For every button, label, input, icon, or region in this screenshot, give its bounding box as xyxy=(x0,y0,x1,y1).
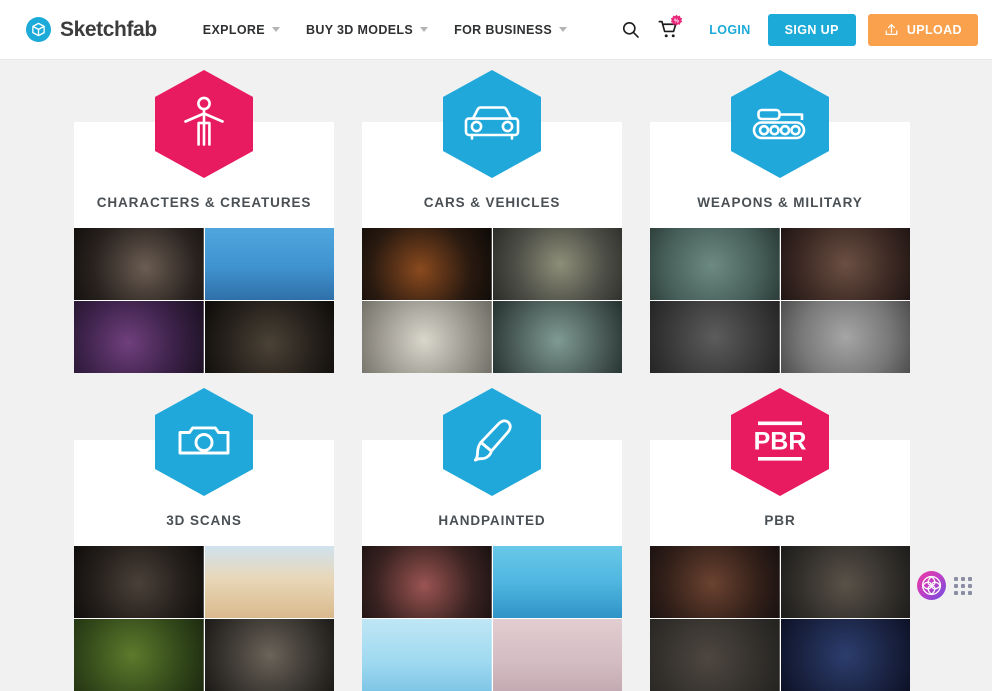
chevron-down-icon xyxy=(271,27,280,32)
category-card-3d-scans[interactable]: 3D SCANS xyxy=(74,388,334,691)
sketchfab-cube-logo-icon xyxy=(26,17,51,42)
thumbnail-spiked-war-axe[interactable] xyxy=(780,228,910,300)
category-thumbnail-grid xyxy=(362,546,622,691)
nav-item-explore[interactable]: EXPLORE xyxy=(190,23,293,37)
cart-discount-badge: % xyxy=(669,14,684,29)
upload-button[interactable]: UPLOAD xyxy=(867,13,978,46)
category-grid: CHARACTERS & CREATURES CARS & VEHICLES W… xyxy=(74,60,918,691)
nav-item-label: EXPLORE xyxy=(202,22,265,37)
header-actions: % LOGIN SIGN UP UPLOAD xyxy=(611,10,978,50)
thumbnail-retro-arcade-cabinets[interactable] xyxy=(650,619,780,691)
thumbnail-stylized-lighthouse-hut[interactable] xyxy=(362,619,492,691)
thumbnail-ornate-longsword[interactable] xyxy=(650,301,780,373)
category-thumbnail-grid xyxy=(74,546,334,691)
chevron-down-icon xyxy=(559,27,568,32)
grid-dot xyxy=(968,590,972,595)
grid-dot xyxy=(954,576,958,581)
category-thumbnail-grid xyxy=(362,228,622,373)
grid-dot xyxy=(954,583,958,588)
category-card-cars-vehicles[interactable]: CARS & VEHICLES xyxy=(362,70,622,373)
mandala-orb-button[interactable] xyxy=(917,571,946,600)
main-navigation: EXPLORE BUY 3D MODELS FOR BUSINESS xyxy=(190,23,580,37)
category-card-header[interactable]: 3D SCANS xyxy=(74,440,334,546)
category-card-header[interactable]: CARS & VEHICLES xyxy=(362,122,622,228)
category-thumbnail-grid xyxy=(650,228,910,373)
nav-item-buy-3d-models[interactable]: BUY 3D MODELS xyxy=(293,23,441,37)
nav-item-label: FOR BUSINESS xyxy=(454,22,553,37)
thumbnail-pirate-ship-island[interactable] xyxy=(492,546,622,618)
signup-button[interactable]: SIGN UP xyxy=(767,13,856,46)
category-card-weapons-military[interactable]: WEAPONS & MILITARY xyxy=(650,70,910,373)
grid-dot xyxy=(961,576,965,581)
category-title: CHARACTERS & CREATURES xyxy=(96,195,312,210)
chevron-down-icon xyxy=(420,27,429,32)
thumbnail-rusty-vintage-sedan[interactable] xyxy=(492,301,622,373)
grid-dot xyxy=(961,583,965,588)
category-thumbnail-grid xyxy=(650,546,910,691)
thumbnail-red-assault-rifle[interactable] xyxy=(780,301,910,373)
thumbnail-yellow-bulldozer[interactable] xyxy=(780,546,910,618)
site-header: Sketchfab EXPLORE BUY 3D MODELS FOR BUSI… xyxy=(0,0,992,60)
category-card-header[interactable]: PBR xyxy=(650,440,910,546)
cart-button[interactable]: % xyxy=(649,10,687,50)
category-title: CARS & VEHICLES xyxy=(423,195,561,210)
thumbnail-scanned-animal-skeleton[interactable] xyxy=(74,619,204,691)
thumbnail-sci-fi-machine-gun[interactable] xyxy=(650,228,780,300)
thumbnail-blue-mage-cat-character[interactable] xyxy=(204,228,334,300)
nav-item-for-business[interactable]: FOR BUSINESS xyxy=(441,23,580,37)
nav-item-label: BUY 3D MODELS xyxy=(305,22,414,37)
thumbnail-purple-hair-girl-model[interactable] xyxy=(492,619,622,691)
mandala-orb-icon xyxy=(921,575,942,596)
login-button[interactable]: LOGIN xyxy=(687,23,767,37)
grid-dot xyxy=(961,590,965,595)
category-title: HANDPAINTED xyxy=(438,513,546,528)
category-card-header[interactable]: CHARACTERS & CREATURES xyxy=(74,122,334,228)
grid-dot xyxy=(968,583,972,588)
thumbnail-scanned-angel-statue[interactable] xyxy=(204,619,334,691)
upload-button-label: UPLOAD xyxy=(906,22,962,37)
category-card-handpainted[interactable]: HANDPAINTED xyxy=(362,388,622,691)
grid-dot xyxy=(968,576,972,581)
brand-name: Sketchfab xyxy=(60,17,157,41)
category-thumbnail-grid xyxy=(74,228,334,373)
floating-assistant-widget xyxy=(917,571,972,600)
thumbnail-native-warrior-character[interactable] xyxy=(74,228,204,300)
category-title: 3D SCANS xyxy=(166,513,242,528)
grid-dot xyxy=(954,590,958,595)
thumbnail-yellow-concept-vehicle[interactable] xyxy=(492,228,622,300)
category-title: WEAPONS & MILITARY xyxy=(697,195,863,210)
category-card-header[interactable]: HANDPAINTED xyxy=(362,440,622,546)
svg-text:%: % xyxy=(674,18,679,24)
category-card-characters-creatures[interactable]: CHARACTERS & CREATURES xyxy=(74,70,334,373)
search-icon xyxy=(622,21,639,38)
upload-icon xyxy=(885,24,898,35)
search-button[interactable] xyxy=(611,10,649,50)
thumbnail-orange-classic-car[interactable] xyxy=(362,228,492,300)
app-grid-icon[interactable] xyxy=(954,576,972,595)
thumbnail-spaceship-cockpit[interactable] xyxy=(780,619,910,691)
thumbnail-scanned-fire-hydrant[interactable] xyxy=(74,546,204,618)
category-card-pbr[interactable]: PBR PBR xyxy=(650,388,910,691)
thumbnail-scanned-stone-ruins[interactable] xyxy=(204,546,334,618)
category-card-header[interactable]: WEAPONS & MILITARY xyxy=(650,122,910,228)
thumbnail-stylized-meat-props[interactable] xyxy=(362,546,492,618)
sketchfab-logo-link[interactable]: Sketchfab xyxy=(26,17,157,42)
category-title: PBR xyxy=(764,513,796,528)
thumbnail-golden-angel-character[interactable] xyxy=(204,301,334,373)
page-content: CHARACTERS & CREATURES CARS & VEHICLES W… xyxy=(0,60,992,691)
thumbnail-pink-hair-girl-character[interactable] xyxy=(74,301,204,373)
thumbnail-leather-chesterfield-sofa[interactable] xyxy=(650,546,780,618)
thumbnail-yellow-muscle-car[interactable] xyxy=(362,301,492,373)
